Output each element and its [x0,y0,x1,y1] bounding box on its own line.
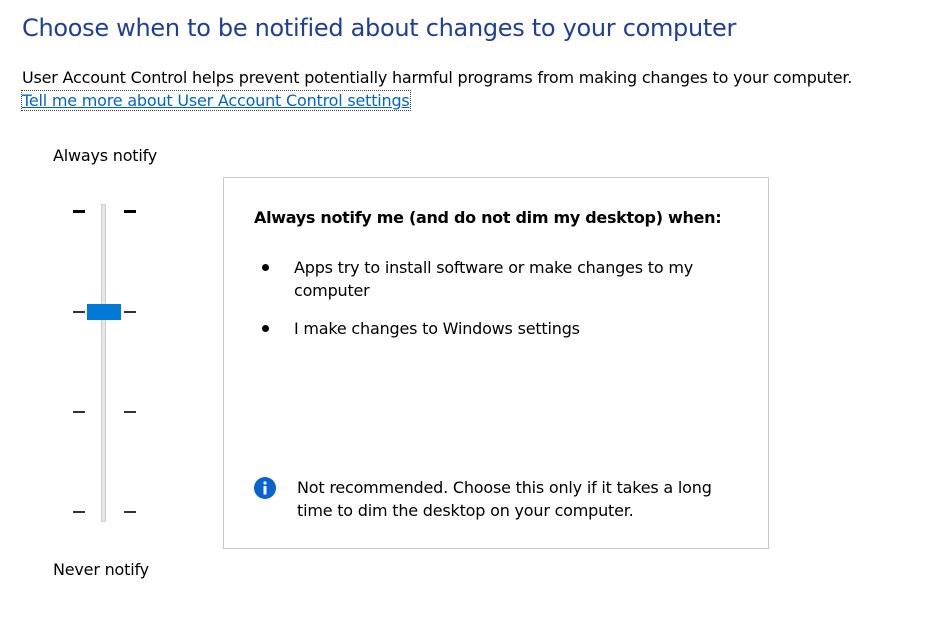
page-title: Choose when to be notified about changes… [22,14,737,42]
slider-bottom-label: Never notify [53,560,149,579]
info-icon [254,477,276,499]
slider-track[interactable] [101,204,106,522]
level-heading: Always notify me (and do not dim my desk… [254,208,722,227]
slider-tick-left-2 [73,311,85,313]
bullet-icon [262,264,269,271]
slider-tick-right-2 [124,311,136,313]
note-text: Not recommended. Choose this only if it … [297,478,712,520]
uac-description: User Account Control helps prevent poten… [22,68,853,87]
bullet-icon [262,325,269,332]
level-description-panel: Always notify me (and do not dim my desk… [223,177,769,549]
slider-tick-right-4 [124,511,136,513]
notification-level-slider[interactable] [60,200,150,530]
list-item-text: Apps try to install software or make cha… [294,258,693,300]
slider-tick-right-1 [124,210,136,213]
slider-tick-left-3 [73,411,85,413]
list-item-text: I make changes to Windows settings [294,319,580,338]
slider-tick-left-4 [73,511,85,513]
slider-thumb[interactable] [87,304,121,320]
slider-tick-right-3 [124,411,136,413]
uac-help-link[interactable]: Tell me more about User Account Control … [21,90,411,111]
slider-tick-left-1 [73,210,85,213]
level-bullet-list: Apps try to install software or make cha… [254,256,724,355]
list-item: Apps try to install software or make cha… [254,256,724,302]
list-item: I make changes to Windows settings [254,317,724,340]
slider-top-label: Always notify [53,146,158,165]
